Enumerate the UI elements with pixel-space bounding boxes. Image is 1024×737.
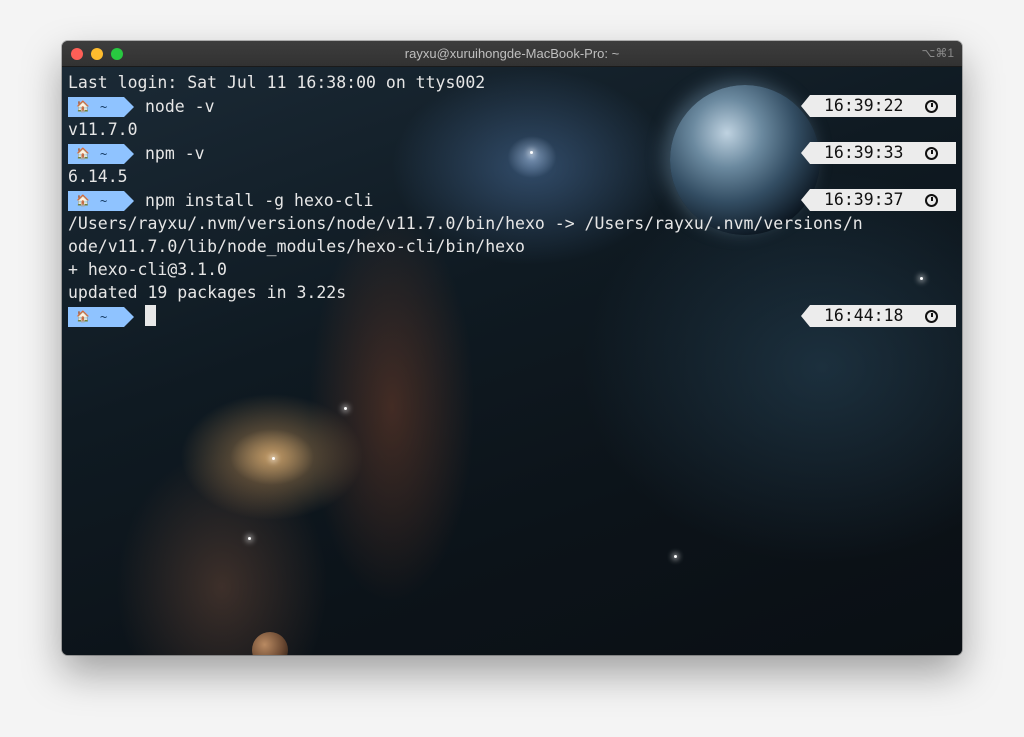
prompt-badge: 🏠 ~ [68,307,134,327]
star [248,537,251,540]
last-login-line: Last login: Sat Jul 11 16:38:00 on ttys0… [68,73,486,92]
output-line: updated 19 packages in 3.22s [68,283,347,302]
home-icon: 🏠 [76,310,90,323]
moon-wallpaper [252,632,288,655]
command-text: npm -v [145,144,205,163]
time-badge: 16:44:18 [801,305,956,327]
prompt-badge: 🏠 ~ [68,97,134,117]
clock-icon [925,100,938,113]
prompt-dir: ~ [100,100,108,114]
star [530,151,533,154]
command-text: node -v [145,97,215,116]
time-text: 16:44:18 [824,306,904,325]
title-bar[interactable]: rayxu@xuruihongde-MacBook-Pro: ~ ⌥⌘1 [62,41,962,67]
time-badge: 16:39:33 [801,142,956,164]
prompt-badge: 🏠 ~ [68,191,134,211]
time-text: 16:39:22 [824,96,904,115]
home-icon: 🏠 [76,147,90,160]
prompt-badge: 🏠 ~ [68,144,134,164]
text-cursor[interactable] [145,305,156,326]
clock-icon [925,194,938,207]
time-badge: 16:39:37 [801,189,956,211]
star [272,457,275,460]
time-text: 16:39:33 [824,143,904,162]
window-shortcut: ⌥⌘1 [921,46,954,60]
home-icon: 🏠 [76,194,90,207]
star [674,555,677,558]
time-badge: 16:39:22 [801,95,956,117]
time-text: 16:39:37 [824,190,904,209]
output-line: 6.14.5 [68,167,128,186]
terminal-window: rayxu@xuruihongde-MacBook-Pro: ~ ⌥⌘1 Las… [62,41,962,655]
prompt-dir: ~ [100,194,108,208]
prompt-dir: ~ [100,147,108,161]
output-line: ode/v11.7.0/lib/node_modules/hexo-cli/bi… [68,237,525,256]
prompt-dir: ~ [100,310,108,324]
terminal-content[interactable]: Last login: Sat Jul 11 16:38:00 on ttys0… [62,67,962,655]
star [920,277,923,280]
clock-icon [925,310,938,323]
output-line: + hexo-cli@3.1.0 [68,260,227,279]
output-line: /Users/rayxu/.nvm/versions/node/v11.7.0/… [68,214,863,233]
command-text: npm install -g hexo-cli [145,191,374,210]
star [344,407,347,410]
window-title: rayxu@xuruihongde-MacBook-Pro: ~ [404,46,620,61]
clock-icon [925,147,938,160]
output-line: v11.7.0 [68,120,138,139]
home-icon: 🏠 [76,100,90,113]
